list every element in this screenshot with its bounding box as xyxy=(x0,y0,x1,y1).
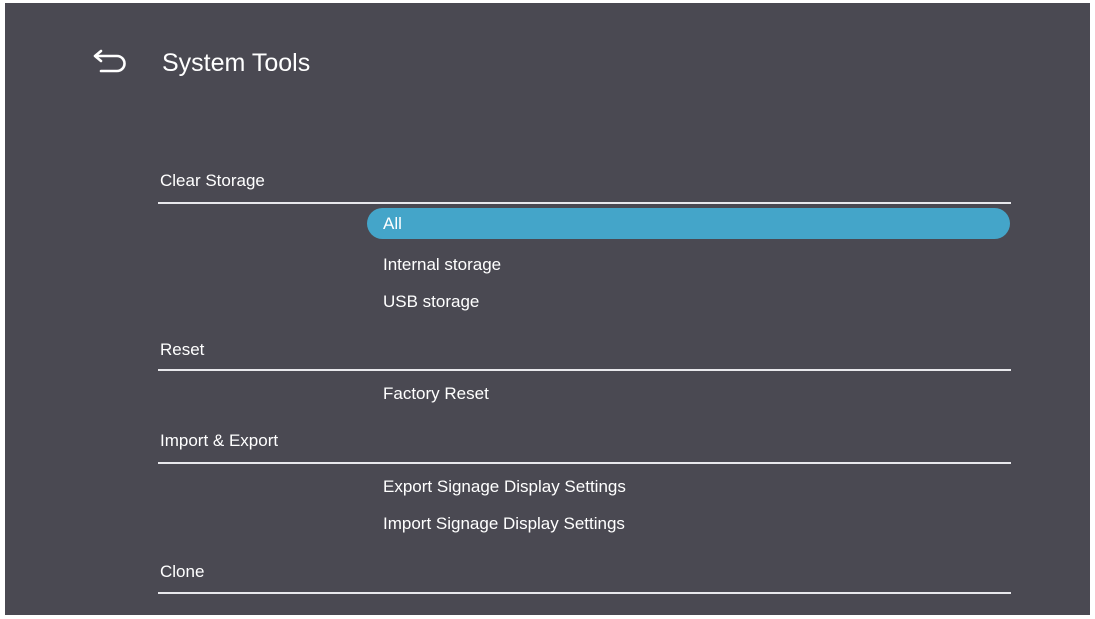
option-import-signage-display-settings[interactable]: Import Signage Display Settings xyxy=(367,508,1010,539)
section-divider xyxy=(158,592,1011,594)
page-title: System Tools xyxy=(162,49,311,77)
option-label: Internal storage xyxy=(383,255,502,274)
option-label: Export Signage Display Settings xyxy=(383,477,626,496)
section-header-clone[interactable]: Clone xyxy=(160,561,204,583)
section-divider xyxy=(158,369,1011,371)
option-internal-storage[interactable]: Internal storage xyxy=(367,249,1010,280)
section-header-import-export: Import & Export xyxy=(160,431,279,450)
back-button[interactable] xyxy=(93,45,133,79)
option-label: Factory Reset xyxy=(383,384,489,403)
option-label: All xyxy=(383,214,402,233)
section-divider xyxy=(158,202,1011,204)
section-divider xyxy=(158,462,1011,464)
system-tools-screen: System Tools Clear Storage All Internal … xyxy=(5,3,1090,615)
section-header-clear-storage: Clear Storage xyxy=(160,171,265,190)
option-label: USB storage xyxy=(383,292,480,311)
option-factory-reset[interactable]: Factory Reset xyxy=(367,378,1010,409)
option-all[interactable]: All xyxy=(367,208,1010,239)
option-export-signage-display-settings[interactable]: Export Signage Display Settings xyxy=(367,471,1010,502)
section-header-reset: Reset xyxy=(160,340,205,359)
option-label: Import Signage Display Settings xyxy=(383,514,625,533)
option-usb-storage[interactable]: USB storage xyxy=(367,286,1010,317)
back-arrow-icon xyxy=(93,49,126,73)
